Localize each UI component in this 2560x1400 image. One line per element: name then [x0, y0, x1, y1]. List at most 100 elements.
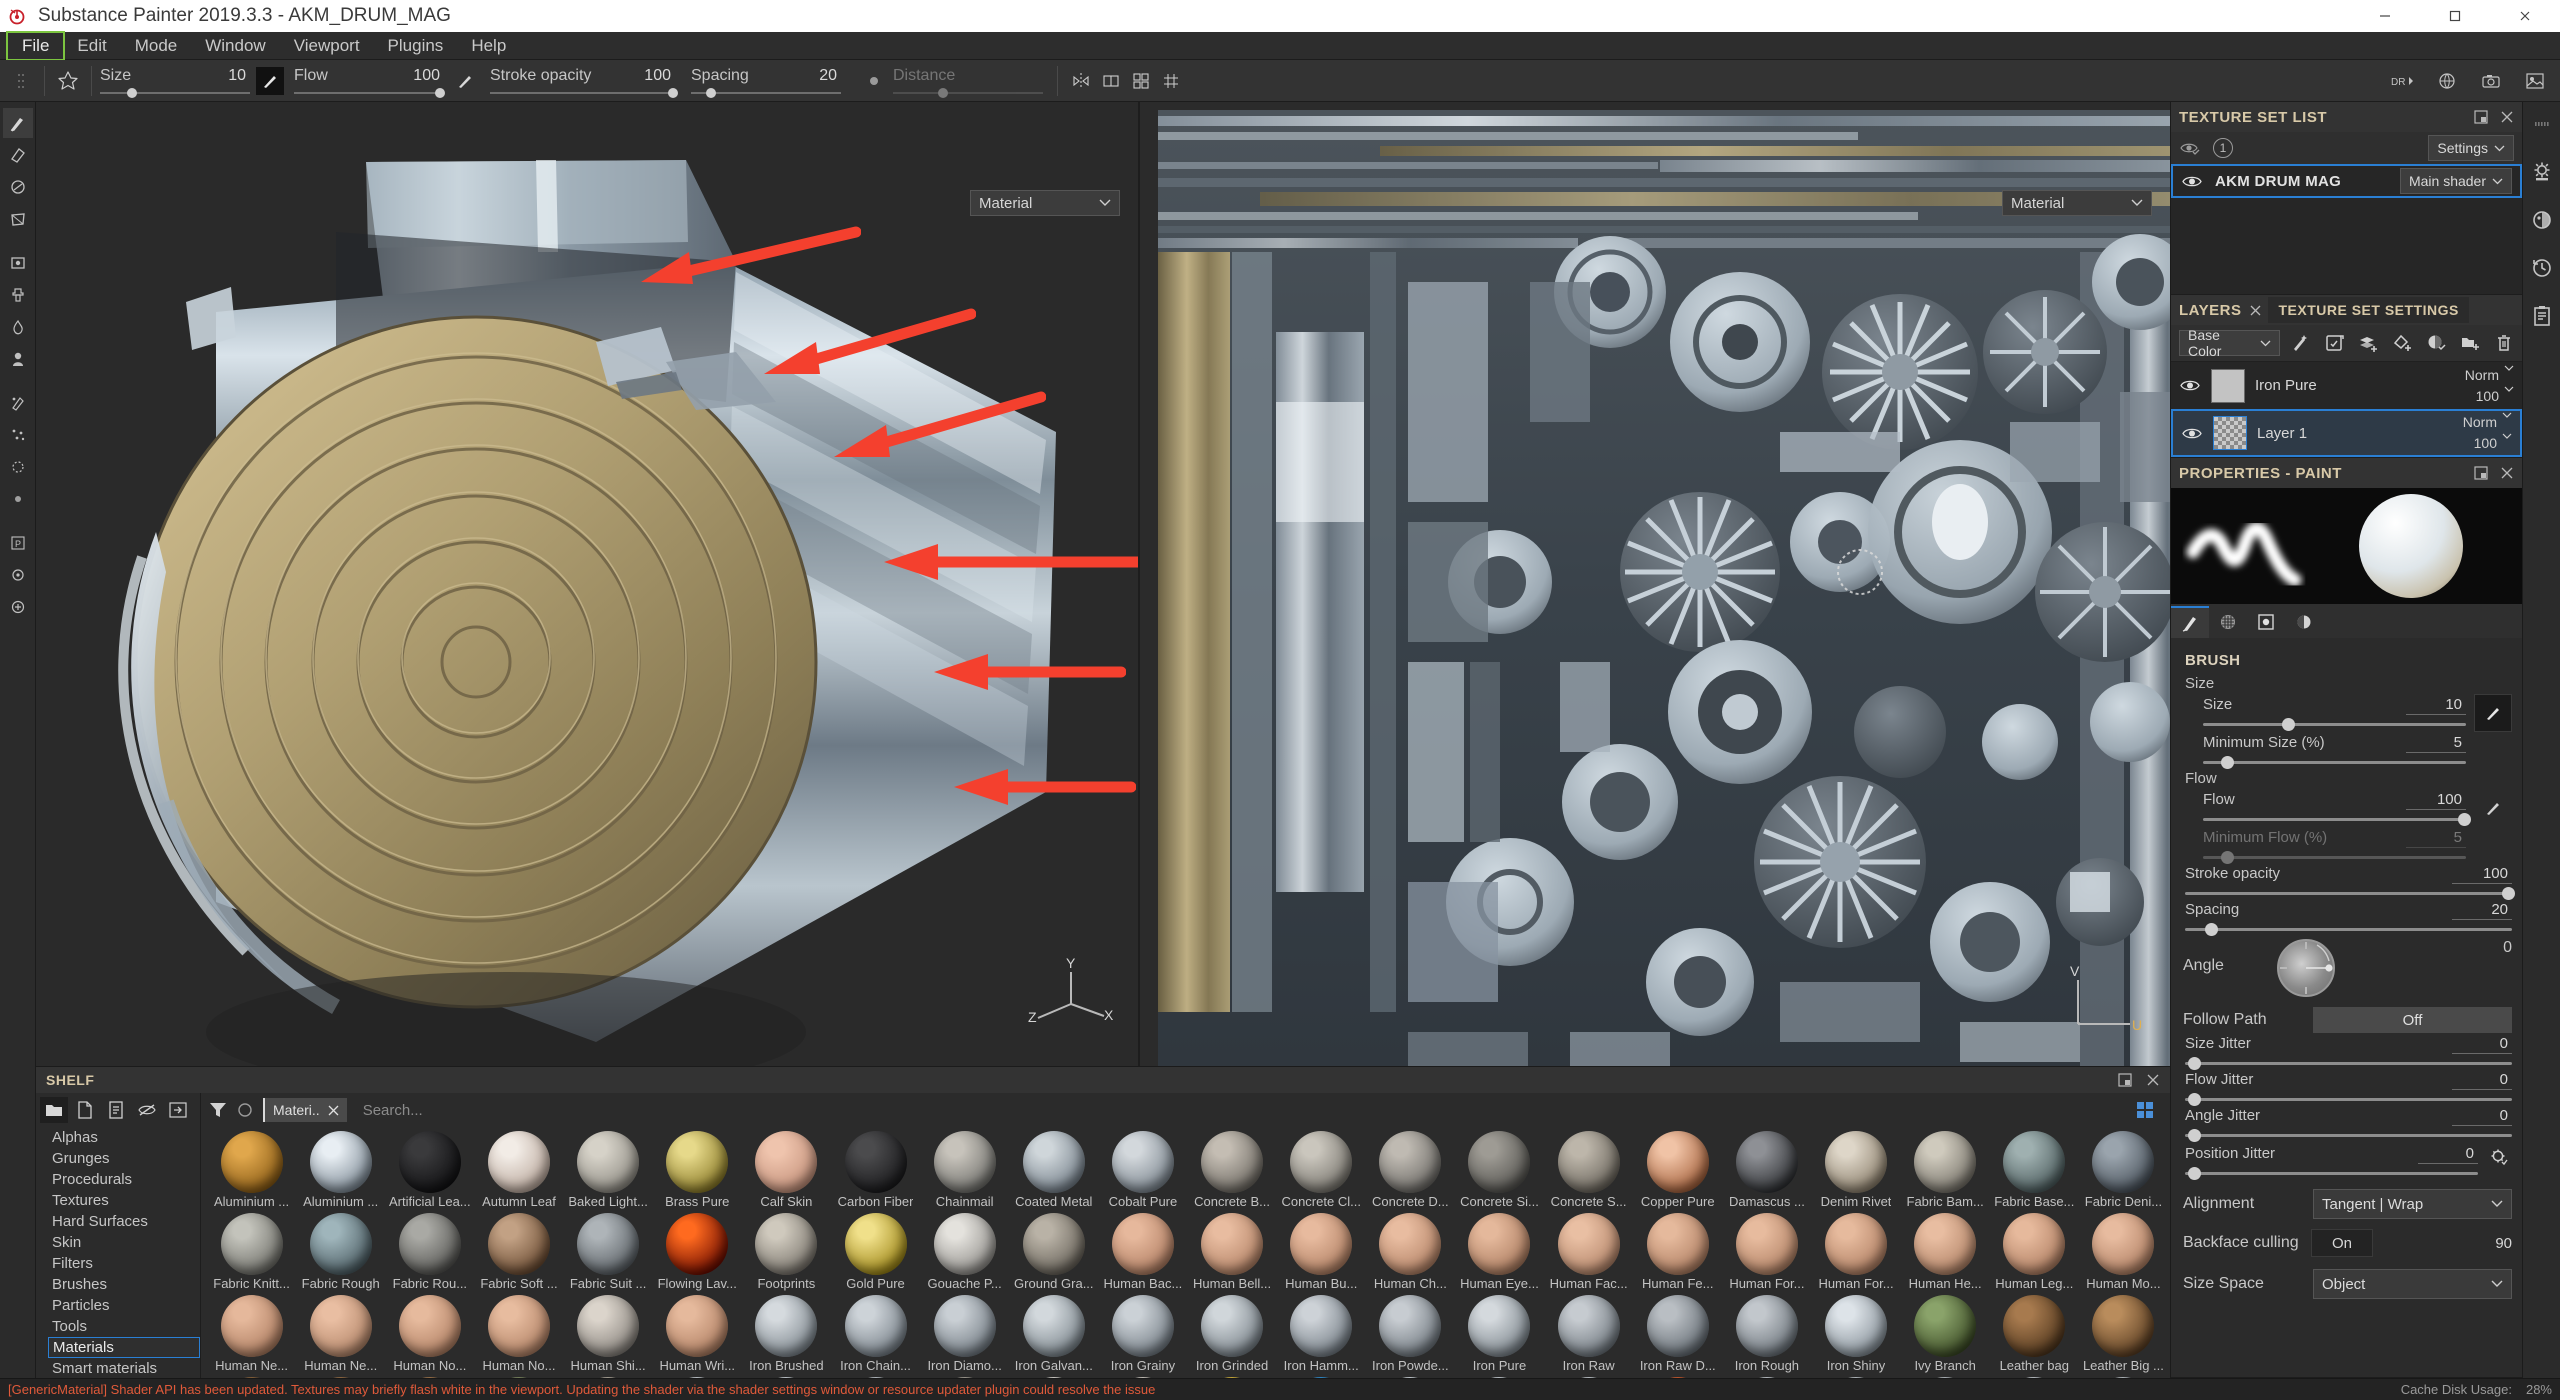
layer-opacity[interactable]: 100	[2476, 386, 2499, 407]
brush-preset-icon[interactable]	[53, 66, 83, 96]
symmetry-icon[interactable]	[859, 66, 889, 96]
prop-size-jitter[interactable]: Size Jitter 0	[2185, 1035, 2512, 1070]
shelf-material-item[interactable]: Aluminium ...	[207, 1129, 296, 1211]
prop-flow-slider[interactable]	[2203, 813, 2472, 826]
shelf-material-item[interactable]: Iron Pure	[1455, 1293, 1544, 1375]
shelf-material-item[interactable]: Plastic Scra...	[1990, 1375, 2079, 1378]
shelf-material-item[interactable]: Autumn Leaf	[474, 1129, 563, 1211]
shelf-material-item[interactable]: Aluminium ...	[296, 1129, 385, 1211]
shelf-material-item[interactable]: Plastic Rou...	[1901, 1375, 1990, 1378]
shelf-material-item[interactable]: Carbon Fiber	[831, 1129, 920, 1211]
shelf-material-item[interactable]: Plastic Text...	[2079, 1375, 2168, 1378]
camera-icon[interactable]	[2476, 68, 2506, 94]
shelf-material-item[interactable]: Human For...	[1811, 1211, 1900, 1293]
close-icon[interactable]	[2500, 110, 2514, 124]
undock-icon[interactable]	[2474, 466, 2488, 480]
maximize-button[interactable]	[2420, 0, 2490, 32]
shelf-material-item[interactable]: Copper Pure	[1633, 1129, 1722, 1211]
shelf-material-item[interactable]: Brass Pure	[653, 1129, 742, 1211]
prop-alignment-dropdown[interactable]: Tangent | Wrap	[2313, 1189, 2512, 1219]
shelf-material-item[interactable]: Gouache P...	[920, 1211, 1009, 1293]
shelf-material-item[interactable]: Human Ch...	[1366, 1211, 1455, 1293]
shelf-category-particles[interactable]: Particles	[48, 1295, 200, 1316]
layer-thumbnail[interactable]	[2211, 368, 2245, 403]
prop-angle-jitter[interactable]: Angle Jitter 0	[2185, 1107, 2512, 1142]
menu-viewport[interactable]: Viewport	[280, 33, 374, 59]
shelf-material-item[interactable]: Ivy Branch	[1901, 1293, 1990, 1375]
shelf-category-hard-surfaces[interactable]: Hard Surfaces	[48, 1211, 200, 1232]
shelf-material-item[interactable]: Mortar Wall	[564, 1375, 653, 1378]
close-icon[interactable]	[2500, 466, 2514, 480]
shelf-material-item[interactable]: Plastic Glos...	[1366, 1375, 1455, 1378]
display-channel-icon[interactable]: DR	[2388, 68, 2418, 94]
toolbar-flow-param[interactable]: Flow 100	[294, 67, 445, 98]
toolbar-stroke-opacity-param[interactable]: Stroke opacity 100	[490, 67, 678, 98]
shelf-material-item[interactable]: Pebble	[920, 1375, 1009, 1378]
minimize-button[interactable]	[2350, 0, 2420, 32]
shelf-material-item[interactable]: Chainmail	[920, 1129, 1009, 1211]
shelf-material-item[interactable]: Plastic Cabl...	[1009, 1375, 1098, 1378]
shelf-material-item[interactable]: Iron Grinded	[1187, 1293, 1276, 1375]
shelf-material-item[interactable]: Footprints	[742, 1211, 831, 1293]
shelf-material-item[interactable]: Plastic Grainy	[1455, 1375, 1544, 1378]
clone-stamp-icon[interactable]	[3, 280, 33, 310]
shelf-material-item[interactable]: Artificial Lea...	[385, 1129, 474, 1211]
shelf-category-brushes[interactable]: Brushes	[48, 1274, 200, 1295]
shelf-material-item[interactable]: Human No...	[474, 1293, 563, 1375]
grunge-tab[interactable]	[2209, 606, 2247, 638]
toolbar-size-slider[interactable]	[100, 88, 250, 98]
prop-follow-path[interactable]: Follow Path Off	[2183, 1007, 2512, 1033]
brush-tip-icon[interactable]	[2474, 799, 2512, 817]
shelf-material-item[interactable]: Fabric Rou...	[385, 1211, 474, 1293]
shelf-material-item[interactable]: Leather Big ...	[2079, 1293, 2168, 1375]
shelf-material-item[interactable]: Human Fac...	[1544, 1211, 1633, 1293]
menu-plugins[interactable]: Plugins	[374, 33, 458, 59]
shelf-search-input[interactable]: Search...	[357, 1102, 2126, 1119]
eraser-icon[interactable]	[3, 140, 33, 170]
undock-icon[interactable]	[2474, 110, 2488, 124]
uv-canvas[interactable]: V U	[1140, 102, 2170, 1066]
prop-position-jitter-value[interactable]: 0	[2418, 1145, 2478, 1164]
shelf-material-item[interactable]: Concrete S...	[1544, 1129, 1633, 1211]
prop-flow-jitter[interactable]: Flow Jitter 0	[2185, 1071, 2512, 1106]
channel-selector-dropdown[interactable]: Base Color	[2179, 327, 2280, 359]
shelf-material-item[interactable]: Concrete Cl...	[1277, 1129, 1366, 1211]
close-icon[interactable]	[328, 1105, 339, 1116]
shelf-material-item[interactable]: Fabric Bam...	[1901, 1129, 1990, 1211]
alpha-tab[interactable]	[2247, 606, 2285, 638]
shelf-material-item[interactable]: Human Eye...	[1455, 1211, 1544, 1293]
shelf-material-item[interactable]: Human Ne...	[207, 1293, 296, 1375]
menu-help[interactable]: Help	[457, 33, 520, 59]
shelf-material-item[interactable]: Human Shi...	[564, 1293, 653, 1375]
shelf-material-item[interactable]: Nail	[653, 1375, 742, 1378]
prop-angle-jitter-value[interactable]: 0	[2452, 1107, 2512, 1126]
polygon-fill-icon[interactable]	[3, 204, 33, 234]
render-icon[interactable]	[2520, 68, 2550, 94]
document-icon[interactable]	[102, 1097, 130, 1123]
shelf-material-item[interactable]: Fabric Rough	[296, 1211, 385, 1293]
shelf-material-item[interactable]: Human He...	[1901, 1211, 1990, 1293]
shelf-material-item[interactable]: Iron Chain...	[831, 1293, 920, 1375]
plus-tool-icon[interactable]	[3, 592, 33, 622]
viewport-3d[interactable]: Y X Z Material	[36, 102, 1138, 1066]
layer-thumbnail[interactable]	[2213, 416, 2247, 450]
p-tool-icon[interactable]: P	[3, 528, 33, 558]
shelf-material-item[interactable]: Human Bu...	[1277, 1211, 1366, 1293]
shelf-active-filter-chip[interactable]: Materi..	[263, 1098, 347, 1122]
shelf-material-item[interactable]: Baked Light...	[564, 1129, 653, 1211]
particles-icon[interactable]	[3, 420, 33, 450]
texture-set-shader-dropdown[interactable]: Main shader	[2399, 168, 2512, 194]
prop-angle-value[interactable]: 0	[2503, 939, 2512, 957]
viewport-3d-material-selector[interactable]: Material	[970, 190, 1120, 216]
shelf-material-item[interactable]: Plastic Fabri...	[1277, 1375, 1366, 1378]
shelf-material-item[interactable]: Human Leg...	[1990, 1211, 2079, 1293]
brush-tip-preview-flow[interactable]	[450, 66, 480, 96]
add-effect-icon[interactable]	[2290, 333, 2310, 353]
viewport-2d-uv[interactable]: V U Material	[1138, 102, 2170, 1066]
shelf-material-item[interactable]: Human Fe...	[1633, 1211, 1722, 1293]
prop-size-slider[interactable]	[2203, 718, 2466, 731]
shelf-material-item[interactable]: Plastic Grid ...	[1544, 1375, 1633, 1378]
close-icon[interactable]	[2249, 304, 2262, 317]
eye-icon[interactable]	[2179, 378, 2201, 393]
shelf-material-item[interactable]: Plastic Old	[1811, 1375, 1900, 1378]
